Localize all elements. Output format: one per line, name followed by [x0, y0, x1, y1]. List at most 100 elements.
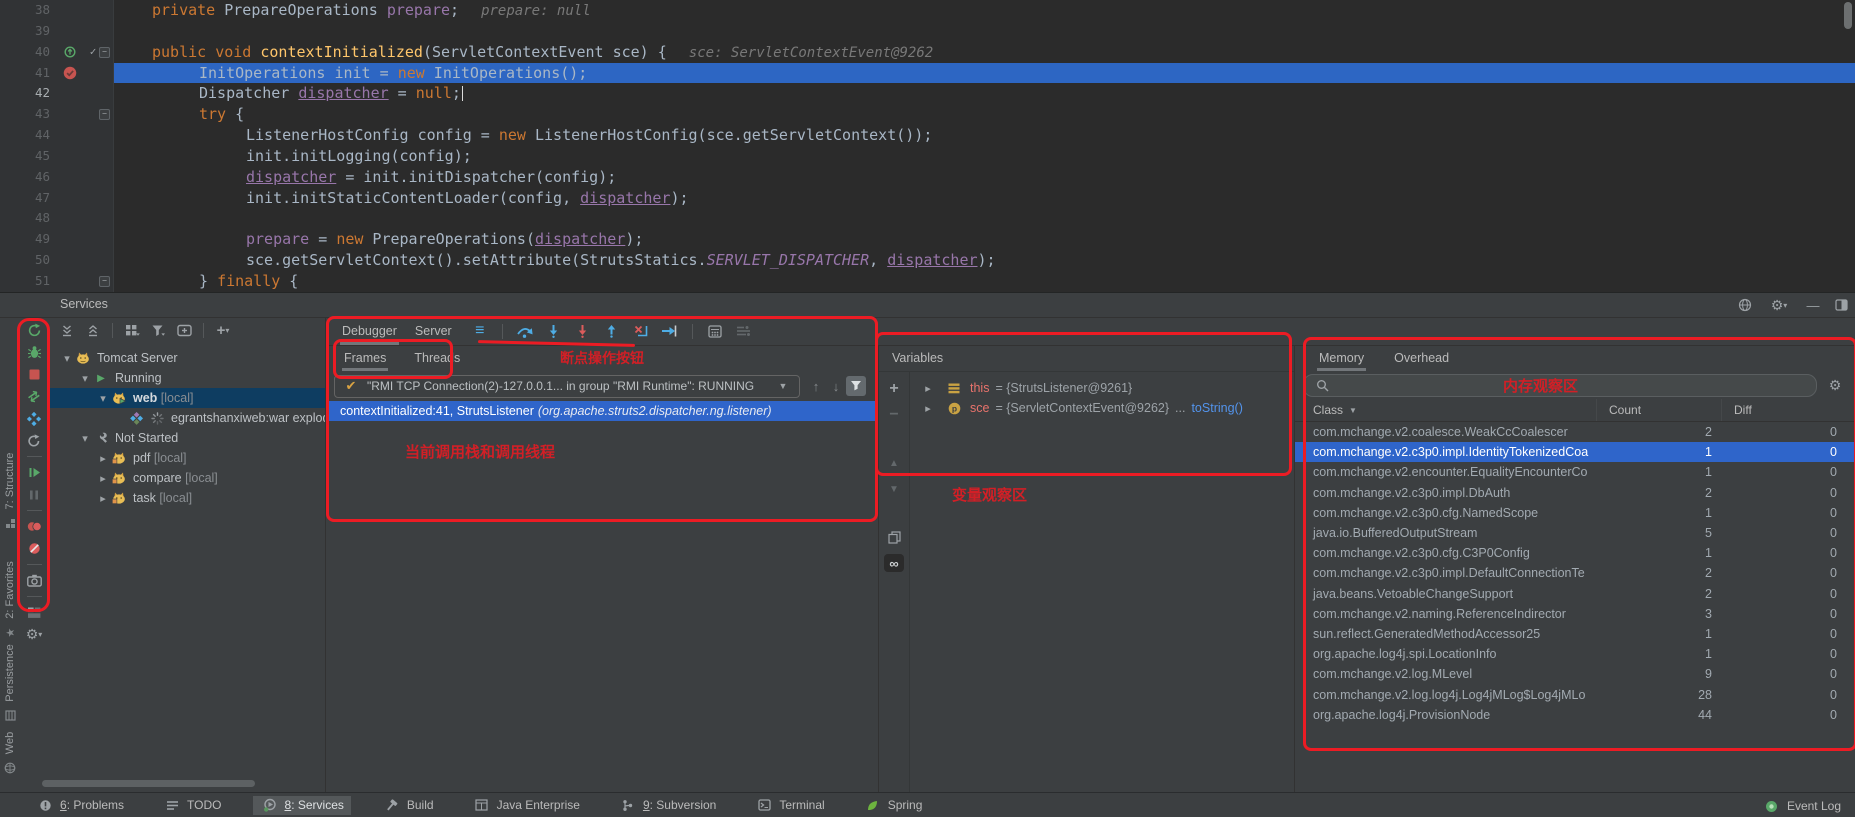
step-over-icon[interactable] [515, 322, 535, 340]
code-text[interactable]: InitOperations init = new InitOperations… [114, 63, 1855, 84]
code-line-44[interactable]: 44ListenerHostConfig config = new Listen… [0, 125, 1855, 146]
fold-region[interactable] [96, 0, 114, 21]
step-into-icon[interactable] [544, 322, 564, 340]
web-preview-icon[interactable] [1735, 296, 1755, 314]
memory-search-input[interactable] [1303, 374, 1817, 397]
memory-table-row[interactable]: com.mchange.v2.naming.ReferenceIndirecto… [1295, 604, 1855, 624]
layout-icon[interactable] [24, 603, 44, 622]
statusbar-item-spring[interactable]: Spring [856, 796, 930, 815]
memory-table-row[interactable]: com.mchange.v2.c3p0.impl.IdentityTokeniz… [1295, 442, 1855, 462]
tab-overhead[interactable]: Overhead [1392, 345, 1451, 371]
collapse-all-icon[interactable] [83, 321, 103, 339]
override-icon[interactable] [60, 43, 80, 61]
code-line-39[interactable]: 39 [0, 21, 1855, 42]
statusbar-item-build[interactable]: Build [375, 796, 441, 815]
deploy-all-icon[interactable] [24, 409, 44, 428]
memory-table-row[interactable]: com.mchange.v2.coalesce.WeakCcCoalescer2… [1295, 422, 1855, 442]
code-text[interactable]: private PrepareOperations prepare;prepar… [114, 0, 1855, 21]
gutter[interactable] [56, 104, 96, 125]
redeploy-icon[interactable]: ⇄ [24, 387, 44, 406]
move-down-icon[interactable]: ▼ [884, 480, 904, 498]
tree-item-task[interactable]: ▸task [local] [47, 488, 325, 508]
gutter[interactable] [56, 250, 96, 271]
panel-menu-icon[interactable] [1831, 296, 1851, 314]
frames-filter-icon[interactable] [846, 377, 866, 395]
refresh-icon[interactable] [24, 431, 44, 450]
code-line-40[interactable]: 40✓−public void contextInitialized(Servl… [0, 42, 1855, 63]
column-diff[interactable]: Diff [1722, 403, 1855, 417]
event-log-button[interactable]: Event Log [1762, 797, 1841, 815]
variable-row-sce[interactable]: ▸psce= {ServletContextEvent@9262} ... to… [910, 398, 1294, 418]
code-text[interactable]: ListenerHostConfig config = new Listener… [114, 125, 1855, 146]
tree-item-web[interactable]: ▾web [local] [47, 388, 325, 408]
fold-region[interactable] [96, 125, 114, 146]
frame-up-icon[interactable]: ↑ [806, 378, 826, 396]
statusbar-item-subversion[interactable]: 9: Subversion [611, 796, 723, 815]
code-text[interactable]: Dispatcher dispatcher = null; [114, 83, 1855, 104]
thread-selector-combo[interactable]: ✔ "RMI TCP Connection(2)-127.0.0.1... in… [334, 375, 800, 398]
code-line-46[interactable]: 46dispatcher = init.initDispatcher(confi… [0, 167, 1855, 188]
code-line-43[interactable]: 43−try { [0, 104, 1855, 125]
gutter[interactable] [56, 188, 96, 209]
code-text[interactable]: init.initLogging(config); [114, 146, 1855, 167]
fold-region[interactable] [96, 208, 114, 229]
tab-memory[interactable]: Memory [1317, 345, 1366, 371]
code-line-45[interactable]: 45init.initLogging(config); [0, 146, 1855, 167]
code-line-41[interactable]: 41InitOperations init = new InitOperatio… [0, 63, 1855, 84]
gutter[interactable]: ✓ [56, 42, 96, 63]
pause-icon[interactable] [24, 485, 44, 504]
tostring-link[interactable]: toString() [1191, 401, 1242, 415]
tab-threads[interactable]: Threads [412, 345, 462, 371]
drop-frame-icon[interactable] [631, 322, 651, 340]
fold-region[interactable] [96, 63, 114, 84]
statusbar-item-problems[interactable]: 6: Problems [28, 796, 131, 815]
code-line-49[interactable]: 49prepare = new PrepareOperations(dispat… [0, 229, 1855, 250]
tree-item-egrantshanxiweb-war-exploded[interactable]: egrantshanxiweb:war exploded [47, 408, 325, 428]
statusbar-item-terminal[interactable]: Terminal [747, 796, 831, 815]
expand-all-icon[interactable] [57, 321, 77, 339]
tree-horizontal-scrollbar[interactable] [42, 780, 255, 787]
code-line-50[interactable]: 50sce.getServletContext().setAttribute(S… [0, 250, 1855, 271]
gutter[interactable] [56, 21, 96, 42]
tool-stripe--favorites[interactable]: ★2: Favorites [1, 556, 19, 648]
memory-settings-icon[interactable]: ⚙ [1825, 376, 1845, 394]
hide-panel-icon[interactable]: — [1803, 296, 1823, 314]
gutter[interactable] [56, 229, 96, 250]
statusbar-item-java-enterprise[interactable]: Java Enterprise [465, 796, 587, 815]
tool-stripe-web[interactable]: Web [1, 709, 19, 801]
tree-item-pdf[interactable]: ▸pdf [local] [47, 448, 325, 468]
gutter[interactable] [56, 0, 96, 21]
view-breakpoints-icon[interactable] [24, 517, 44, 536]
tree-item-compare[interactable]: ▸compare [local] [47, 468, 325, 488]
code-text[interactable]: init.initStaticContentLoader(config, dis… [114, 188, 1855, 209]
hamburger-icon[interactable]: ≡ [470, 322, 490, 340]
fold-region[interactable] [96, 229, 114, 250]
code-text[interactable]: } finally { [114, 271, 1855, 292]
force-step-into-icon[interactable] [573, 322, 593, 340]
add-icon[interactable]: +▾ [213, 321, 233, 339]
memory-table-row[interactable]: org.apache.log4j.ProvisionNode440 [1295, 705, 1855, 725]
gutter[interactable] [56, 125, 96, 146]
code-line-42[interactable]: 42Dispatcher dispatcher = null; [0, 83, 1855, 104]
memory-table-row[interactable]: com.mchange.v2.log.log4j.Log4jMLog$Log4j… [1295, 684, 1855, 704]
memory-table-row[interactable]: sun.reflect.GeneratedMethodAccessor2510 [1295, 624, 1855, 644]
fold-region[interactable] [96, 250, 114, 271]
memory-table-row[interactable]: com.mchange.v2.c3p0.cfg.C3P0Config10 [1295, 543, 1855, 563]
memory-table-row[interactable]: com.mchange.v2.encounter.EqualityEncount… [1295, 462, 1855, 482]
column-count[interactable]: Count [1597, 399, 1722, 421]
memory-table-row[interactable]: java.beans.VetoableChangeSupport20 [1295, 584, 1855, 604]
thread-dump-icon[interactable] [24, 571, 44, 590]
code-text[interactable]: sce.getServletContext().setAttribute(Str… [114, 250, 1855, 271]
code-text[interactable]: public void contextInitialized(ServletCo… [114, 42, 1855, 63]
code-text[interactable]: prepare = new PrepareOperations(dispatch… [114, 229, 1855, 250]
remove-watch-icon[interactable]: − [884, 406, 904, 424]
var-chevron-icon[interactable]: ▸ [918, 379, 938, 397]
statusbar-item-services[interactable]: 8: Services [253, 796, 351, 815]
gutter[interactable] [56, 146, 96, 167]
stack-frame-row[interactable]: contextInitialized:41, StrutsListener (o… [326, 401, 878, 421]
step-out-icon[interactable] [602, 322, 622, 340]
var-chevron-icon[interactable]: ▸ [918, 399, 938, 417]
group-by-icon[interactable] [122, 321, 142, 339]
code-line-38[interactable]: 38private PrepareOperations prepare;prep… [0, 0, 1855, 21]
mute-breakpoints-icon[interactable] [24, 539, 44, 558]
